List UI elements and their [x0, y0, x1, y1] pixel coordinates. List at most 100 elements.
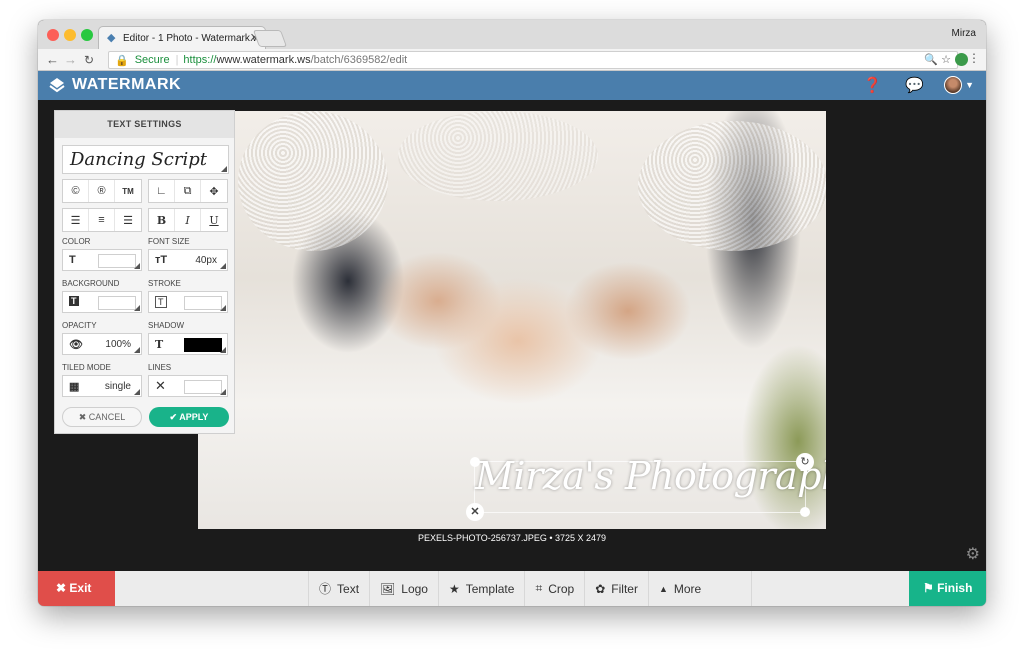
help-icon[interactable]: ❓ — [863, 76, 882, 94]
tiled-mode-field[interactable]: ▦ single — [62, 375, 142, 397]
background-label: BACKGROUND — [62, 279, 120, 288]
zoom-star-icons[interactable]: 🔍 ☆ — [924, 53, 951, 66]
watermark-text-box[interactable]: Mirza's Photography ↻ ✕ — [466, 453, 826, 521]
lines-field[interactable]: ✕ — [148, 375, 228, 397]
font-select[interactable]: Dancing Script — [62, 145, 229, 174]
panel-title: TEXT SETTINGS — [55, 111, 234, 138]
dropdown-corner-icon — [220, 305, 226, 311]
watermark-logo-icon — [49, 78, 65, 93]
exit-button[interactable]: ✖ Exit — [38, 571, 115, 606]
filter-tool-label: Filter — [611, 581, 638, 596]
template-tool-button[interactable]: ★ Template — [439, 571, 526, 606]
background-icon: T — [69, 296, 79, 306]
dropdown-corner-icon — [220, 347, 226, 353]
underline-button[interactable]: U — [201, 209, 227, 231]
background-field[interactable]: T — [62, 291, 142, 313]
font-size-label: FONT SIZE — [148, 237, 190, 246]
opacity-label: OPACITY — [62, 321, 97, 330]
lace-sleeve-right — [638, 121, 826, 251]
color-swatch — [98, 254, 136, 268]
text-settings-panel: TEXT SETTINGS Dancing Script © ® TM ∟ ⧉ … — [54, 110, 235, 434]
move-icon[interactable]: ✥ — [201, 180, 227, 202]
resize-handle[interactable] — [800, 507, 810, 517]
new-tab-button[interactable] — [252, 30, 288, 47]
filter-tool-button[interactable]: ✿ Filter — [585, 571, 649, 606]
lace-bodice — [398, 111, 598, 201]
copyright-button[interactable]: © — [63, 180, 89, 202]
browser-tab[interactable]: ◆ Editor - 1 Photo - Watermark.w ✕ — [98, 26, 266, 49]
more-tool-button[interactable]: ▲ More — [649, 571, 753, 606]
align-right-icon[interactable]: ☰ — [115, 209, 141, 231]
color-field[interactable]: T — [62, 249, 142, 271]
style-buttons: B I U — [148, 208, 228, 232]
rotate-icon[interactable]: ↻ — [796, 453, 814, 471]
dropdown-corner-icon — [134, 347, 140, 353]
url-field[interactable]: 🔒 Secure | https:// www.watermark.ws /ba… — [108, 51, 958, 69]
avatar[interactable] — [944, 76, 962, 94]
font-size-icon: ᴛT — [155, 254, 168, 266]
stroke-field[interactable]: T — [148, 291, 228, 313]
gear-icon[interactable]: ⚙ — [966, 544, 980, 564]
photo-preview[interactable]: Mirza's Photography ↻ ✕ — [198, 111, 826, 529]
text-icon: Ⓣ — [319, 582, 332, 596]
chevron-down-icon[interactable]: ▼ — [965, 80, 974, 90]
apply-button[interactable]: ✔ APPLY — [149, 407, 229, 427]
opacity-field[interactable]: 👁 100% — [62, 333, 142, 355]
registered-button[interactable]: ® — [89, 180, 115, 202]
background-swatch — [98, 296, 136, 310]
minimize-window-button[interactable] — [64, 29, 76, 41]
align-center-icon[interactable]: ≡ — [89, 209, 115, 231]
browser-menu-icon[interactable]: ⋮ — [968, 51, 980, 65]
crop-tool-label: Crop — [548, 581, 575, 596]
italic-button[interactable]: I — [175, 209, 201, 231]
caret-up-icon: ▲ — [658, 583, 668, 594]
lock-icon: 🔒 — [115, 54, 129, 67]
star-icon: ★ — [448, 581, 460, 596]
finish-label: Finish — [937, 581, 973, 595]
tool-buttons: Ⓣ Text 🖼 Logo ★ Template ⌗ Crop ✿ Filter… — [308, 571, 753, 606]
close-icon: ✖ — [56, 581, 70, 595]
shadow-field[interactable]: T — [148, 333, 228, 355]
editor-canvas: Mirza's Photography ↻ ✕ PEXELS-PHOTO-256… — [38, 100, 986, 571]
filter-icon: ✿ — [595, 581, 606, 596]
angle-icon[interactable]: ∟ — [149, 180, 175, 202]
extension-icon[interactable] — [955, 53, 968, 66]
dropdown-corner-icon — [134, 305, 140, 311]
exit-label: Exit — [69, 581, 92, 595]
close-window-button[interactable] — [47, 29, 59, 41]
font-size-value: 40px — [195, 255, 217, 266]
delete-icon[interactable]: ✕ — [466, 503, 484, 521]
finish-button[interactable]: ⚑ Finish — [909, 571, 986, 606]
reload-icon[interactable]: ↻ — [84, 52, 94, 68]
font-size-field[interactable]: ᴛT 40px — [148, 249, 228, 271]
browser-window: ◆ Editor - 1 Photo - Watermark.w ✕ Mirza… — [38, 20, 986, 606]
forward-arrow-icon[interactable]: → — [64, 52, 77, 68]
cancel-button[interactable]: ✖ CANCEL — [62, 407, 142, 427]
stroke-swatch — [184, 296, 222, 310]
chat-icon[interactable]: 💬 — [905, 76, 924, 94]
crop-tool-button[interactable]: ⌗ Crop — [525, 571, 586, 606]
dropdown-corner-icon — [134, 389, 140, 395]
more-tool-label: More — [673, 581, 702, 596]
logo-tool-button[interactable]: 🖼 Logo — [370, 571, 439, 606]
maximize-window-button[interactable] — [81, 29, 93, 41]
text-tool-button[interactable]: Ⓣ Text — [309, 571, 371, 606]
opacity-value: 100% — [105, 339, 131, 350]
resize-handle[interactable] — [470, 457, 480, 467]
layers-icon[interactable]: ⧉ — [175, 180, 201, 202]
symbol-buttons: © ® TM — [62, 179, 142, 203]
lines-label: LINES — [148, 363, 172, 372]
watermark-favicon-icon: ◆ — [107, 31, 116, 44]
lines-cross-icon: ✕ — [155, 378, 166, 393]
bold-button[interactable]: B — [149, 209, 175, 231]
app-logo[interactable]: WATERMARK — [48, 76, 181, 94]
font-name: Dancing Script — [70, 149, 207, 170]
back-arrow-icon[interactable]: ← — [46, 52, 59, 68]
dropdown-corner-icon — [221, 166, 227, 172]
align-left-icon[interactable]: ☰ — [63, 209, 89, 231]
url-scheme: https:// — [183, 54, 217, 66]
image-caption: PEXELS-PHOTO-256737.JPEG • 3725 X 2479 — [417, 533, 607, 543]
flag-icon: ⚑ — [923, 581, 938, 595]
align-buttons: ☰ ≡ ☰ — [62, 208, 142, 232]
trademark-button[interactable]: TM — [115, 180, 141, 202]
